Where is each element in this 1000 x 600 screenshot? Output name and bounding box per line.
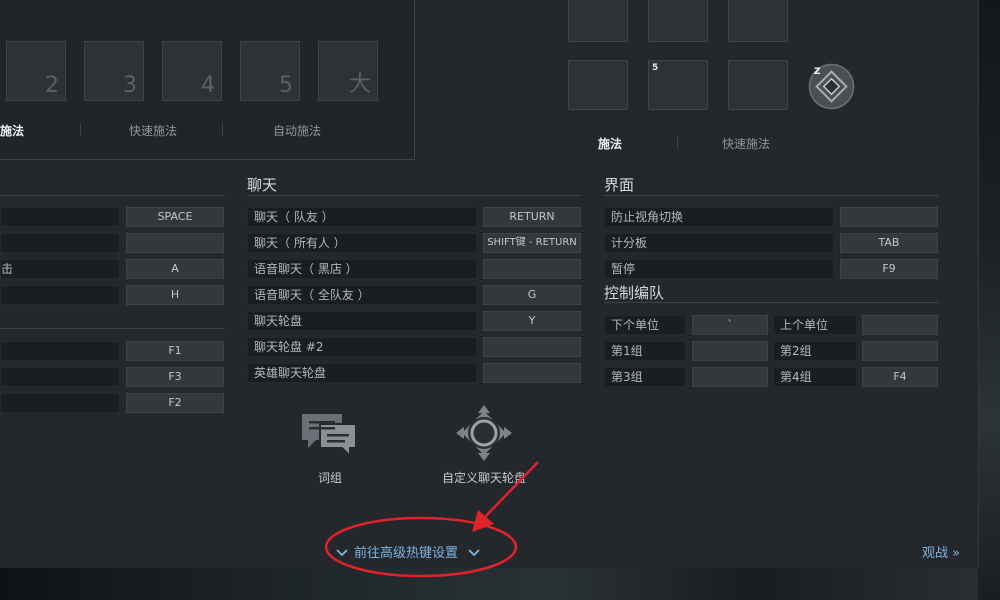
tab-auto-cast[interactable]: 自动施法 xyxy=(273,122,321,139)
item-slot[interactable] xyxy=(728,0,788,42)
slot-number: 2 xyxy=(45,73,59,98)
scoreboard-key[interactable]: TAB xyxy=(840,233,938,253)
prevent-camera-key[interactable] xyxy=(840,207,938,227)
advanced-hotkeys-link[interactable]: 前往高级热键设置 xyxy=(336,542,480,561)
next-unit-key[interactable]: ` xyxy=(692,315,768,335)
group-2-key[interactable] xyxy=(862,341,938,361)
voice-party-label: 语音聊天（ 黑店 ） xyxy=(247,259,477,279)
chat-team-key[interactable]: RETURN xyxy=(483,207,581,227)
section-divider xyxy=(604,302,938,303)
hotkey-binding[interactable]: F2 xyxy=(126,393,224,413)
hotkey-binding[interactable]: A xyxy=(126,259,224,279)
hotkey-label xyxy=(0,285,120,305)
section-divider xyxy=(0,328,225,329)
slot-number: 5 xyxy=(279,73,293,98)
slot-hotkey-tag: 5 xyxy=(652,63,659,73)
hotkey-binding[interactable] xyxy=(126,233,224,253)
group-4-label: 第4组 xyxy=(773,367,857,387)
ability-slots-box: 2 3 4 5 大 施法 快速施法 自动施法 xyxy=(0,0,415,160)
phrases-icon[interactable] xyxy=(300,410,358,460)
chevron-down-icon xyxy=(336,546,348,561)
section-divider xyxy=(0,195,225,196)
section-title-control-groups: 控制编队 xyxy=(604,284,665,302)
voice-party-key[interactable] xyxy=(483,259,581,279)
group-1-key[interactable] xyxy=(692,341,768,361)
group-1-label: 第1组 xyxy=(604,341,686,361)
section-divider xyxy=(247,195,581,196)
pause-key[interactable]: F9 xyxy=(840,259,938,279)
chat-all-key[interactable]: SHIFT键 - RETURN xyxy=(483,233,581,253)
slot-number: 4 xyxy=(201,73,215,98)
spectate-link[interactable]: 观战 » xyxy=(922,542,960,561)
tab-item-quick-cast[interactable]: 快速施法 xyxy=(722,135,770,152)
item-slot[interactable] xyxy=(728,60,788,110)
hotkey-binding[interactable]: F1 xyxy=(126,341,224,361)
tab-item-cast[interactable]: 施法 xyxy=(598,135,622,152)
prevent-camera-label: 防止视角切换 xyxy=(604,207,834,227)
avatar-hotkey-letter: Z xyxy=(814,67,821,77)
prev-unit-key[interactable] xyxy=(862,315,938,335)
hotkey-label xyxy=(0,393,120,413)
chat-wheel-label: 自定义聊天轮盘 xyxy=(441,471,526,485)
tab-divider xyxy=(677,136,678,150)
item-slot[interactable] xyxy=(568,60,628,110)
hotkey-label xyxy=(0,341,120,361)
group-3-key[interactable] xyxy=(692,367,768,387)
chat-wheel-icon[interactable] xyxy=(454,403,514,463)
ability-slot-2[interactable]: 2 xyxy=(6,41,66,101)
neutral-item-icon[interactable]: Z xyxy=(808,63,855,110)
ability-slot-5[interactable]: 5 xyxy=(240,41,300,101)
ability-slot-ultimate[interactable]: 大 xyxy=(318,41,378,101)
tab-quick-cast[interactable]: 快速施法 xyxy=(129,122,177,139)
hotkey-binding[interactable]: F3 xyxy=(126,367,224,387)
group-2-label: 第2组 xyxy=(773,341,857,361)
voice-team-label: 语音聊天（ 全队友 ） xyxy=(247,285,477,305)
section-divider xyxy=(604,195,938,196)
background-edge xyxy=(978,0,1000,600)
chat-wheel-key[interactable]: Y xyxy=(483,311,581,331)
hotkey-label xyxy=(0,207,120,227)
prev-unit-label: 上个单位 xyxy=(773,315,857,335)
chevron-down-icon xyxy=(468,546,480,561)
hotkey-label xyxy=(0,233,120,253)
phrases-label: 词组 xyxy=(317,471,342,485)
section-title-interface: 界面 xyxy=(604,176,635,194)
item-slot[interactable]: 5 xyxy=(648,60,708,110)
tab-divider xyxy=(80,123,81,137)
chat-wheel-2-key[interactable] xyxy=(483,337,581,357)
hero-chat-wheel-label: 英雄聊天轮盘 xyxy=(247,363,477,383)
hero-chat-wheel-key[interactable] xyxy=(483,363,581,383)
hotkey-binding[interactable]: SPACE xyxy=(126,207,224,227)
hotkey-label xyxy=(0,367,120,387)
hotkey-settings-panel: 2 3 4 5 大 施法 快速施法 自动施法 5 Z 施法 快速施法 SPACE… xyxy=(0,0,979,568)
scoreboard-label: 计分板 xyxy=(604,233,834,253)
voice-team-key[interactable]: G xyxy=(483,285,581,305)
next-unit-label: 下个单位 xyxy=(604,315,686,335)
slot-number: 大 xyxy=(348,72,371,97)
ability-slot-4[interactable]: 4 xyxy=(162,41,222,101)
hotkey-binding[interactable]: H xyxy=(126,285,224,305)
hotkey-label: 击 xyxy=(0,259,120,279)
item-slot[interactable] xyxy=(568,0,628,42)
item-slot[interactable] xyxy=(648,0,708,42)
group-3-label: 第3组 xyxy=(604,367,686,387)
background-strip xyxy=(0,568,1000,600)
tab-divider xyxy=(222,123,223,137)
slot-number: 3 xyxy=(123,73,137,98)
pause-label: 暂停 xyxy=(604,259,834,279)
chat-team-label: 聊天（ 队友 ） xyxy=(247,207,477,227)
group-4-key[interactable]: F4 xyxy=(862,367,938,387)
chat-wheel-2-label: 聊天轮盘 #2 xyxy=(247,337,477,357)
advanced-hotkeys-label: 前往高级热键设置 xyxy=(354,546,459,561)
chat-wheel-label: 聊天轮盘 xyxy=(247,311,477,331)
ability-slot-3[interactable]: 3 xyxy=(84,41,144,101)
tab-cast[interactable]: 施法 xyxy=(0,122,24,139)
section-title-chat: 聊天 xyxy=(247,176,278,194)
chat-all-label: 聊天（ 所有人 ） xyxy=(247,233,477,253)
